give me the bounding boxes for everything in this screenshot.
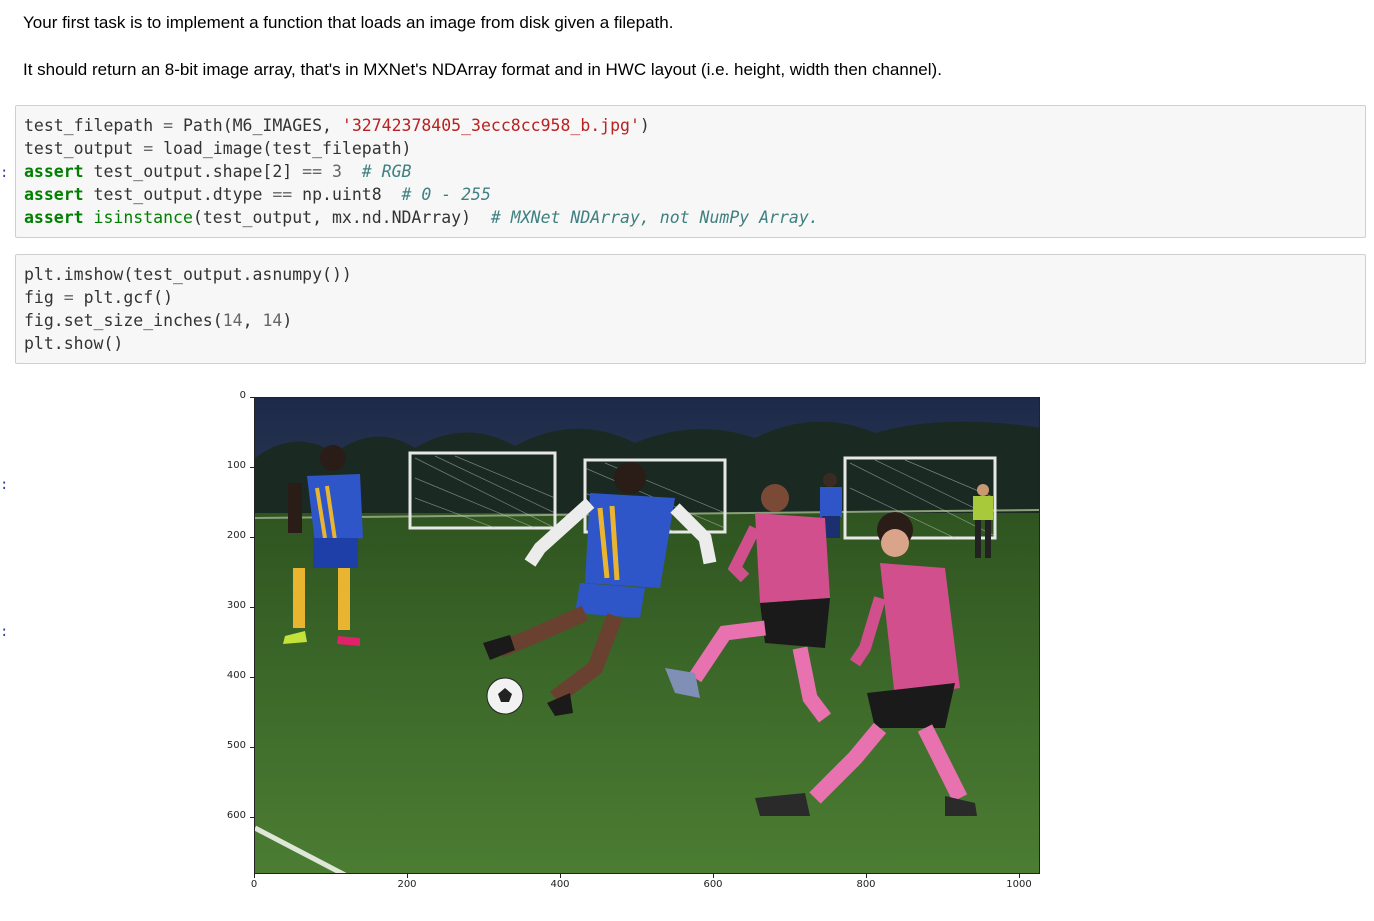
code-token: plt.show() — [24, 334, 124, 353]
markdown-line-2: It should return an 8-bit image array, t… — [23, 60, 942, 79]
code-cell-assertions[interactable]: test_filepath = Path(M6_IMAGES, '3274237… — [15, 105, 1366, 238]
code-token: == — [272, 185, 293, 204]
y-tick-label: 600 — [226, 810, 246, 821]
code-token: # RGB — [341, 162, 412, 181]
y-tick-label: 300 — [226, 600, 246, 611]
cell-prompt: : — [0, 165, 9, 181]
x-tick-label: 200 — [397, 879, 417, 890]
code-token: 3 — [322, 162, 342, 181]
code-token: test_output — [24, 139, 134, 158]
code-line: fig = plt.gcf() — [24, 286, 173, 309]
code-token: (test_output, mx.nd.NDArray) — [192, 208, 472, 227]
x-tick — [1019, 874, 1020, 878]
markdown-line-1: Your first task is to implement a functi… — [23, 13, 674, 32]
x-tick — [560, 874, 561, 878]
football-photo — [254, 397, 1040, 874]
code-token: , — [242, 311, 263, 330]
code-token: = — [153, 116, 183, 135]
code-token: Path(M6_IMAGES, — [182, 116, 342, 135]
x-tick — [713, 874, 714, 878]
x-tick-label: 800 — [856, 879, 876, 890]
code-cell-plot[interactable]: plt.imshow(test_output.asnumpy()) fig = … — [15, 254, 1366, 364]
football-photo-drawing — [255, 398, 1039, 873]
code-token: 14 — [222, 311, 243, 330]
y-tick-label: 0 — [239, 390, 246, 401]
code-token: ) — [282, 311, 293, 330]
x-tick — [866, 874, 867, 878]
code-token: assert — [24, 185, 84, 204]
code-token: fig — [24, 288, 54, 307]
code-token: == — [302, 162, 323, 181]
x-tick-label: 600 — [703, 879, 723, 890]
code-token: load_image(test_filepath) — [163, 139, 412, 158]
code-token: = — [53, 288, 84, 307]
code-token: assert — [24, 208, 84, 227]
x-tick — [254, 874, 255, 878]
code-line: plt.imshow(test_output.asnumpy()) — [24, 263, 352, 286]
code-line: assert test_output.shape[2] == 3 # RGB — [24, 160, 411, 183]
code-token: test_output.dtype — [83, 185, 273, 204]
x-tick — [407, 874, 408, 878]
code-line: assert isinstance(test_output, mx.nd.NDA… — [24, 206, 819, 229]
code-token: 14 — [262, 311, 283, 330]
code-line: test_filepath = Path(M6_IMAGES, '3274237… — [24, 114, 650, 137]
x-tick-label: 1000 — [1006, 879, 1032, 890]
y-tick-label: 500 — [226, 740, 246, 751]
football — [486, 677, 524, 715]
code-token: isinstance — [83, 208, 193, 227]
code-token: # MXNet NDArray, not NumPy Array. — [471, 208, 819, 227]
code-token: fig.set_size_inches( — [24, 311, 223, 330]
y-tick-label: 100 — [226, 460, 246, 471]
code-line: fig.set_size_inches(14, 14) — [24, 309, 292, 332]
imshow-output: 0 100 200 300 400 500 600 0 200 400 600 800 1000 — [0, 380, 1374, 921]
code-token: test_filepath — [24, 116, 154, 135]
code-line: assert test_output.dtype == np.uint8 # 0… — [24, 183, 491, 206]
code-token: np.uint8 — [292, 185, 382, 204]
code-token: = — [133, 139, 164, 158]
code-token: plt.imshow(test_output.asnumpy()) — [24, 265, 352, 284]
x-tick-label: 0 — [250, 879, 258, 890]
code-line: test_output = load_image(test_filepath) — [24, 137, 411, 160]
code-token: test_output.shape[2] — [83, 162, 303, 181]
code-token: assert — [24, 162, 84, 181]
code-token: '32742378405_3ecc8cc958_b.jpg' — [341, 116, 640, 135]
code-line: plt.show() — [24, 332, 123, 355]
y-tick-label: 400 — [226, 670, 246, 681]
code-token: plt.gcf() — [83, 288, 174, 307]
code-token: # 0 - 255 — [381, 185, 491, 204]
x-tick-label: 400 — [550, 879, 570, 890]
y-tick-label: 200 — [226, 530, 246, 541]
code-token: ) — [639, 116, 650, 135]
